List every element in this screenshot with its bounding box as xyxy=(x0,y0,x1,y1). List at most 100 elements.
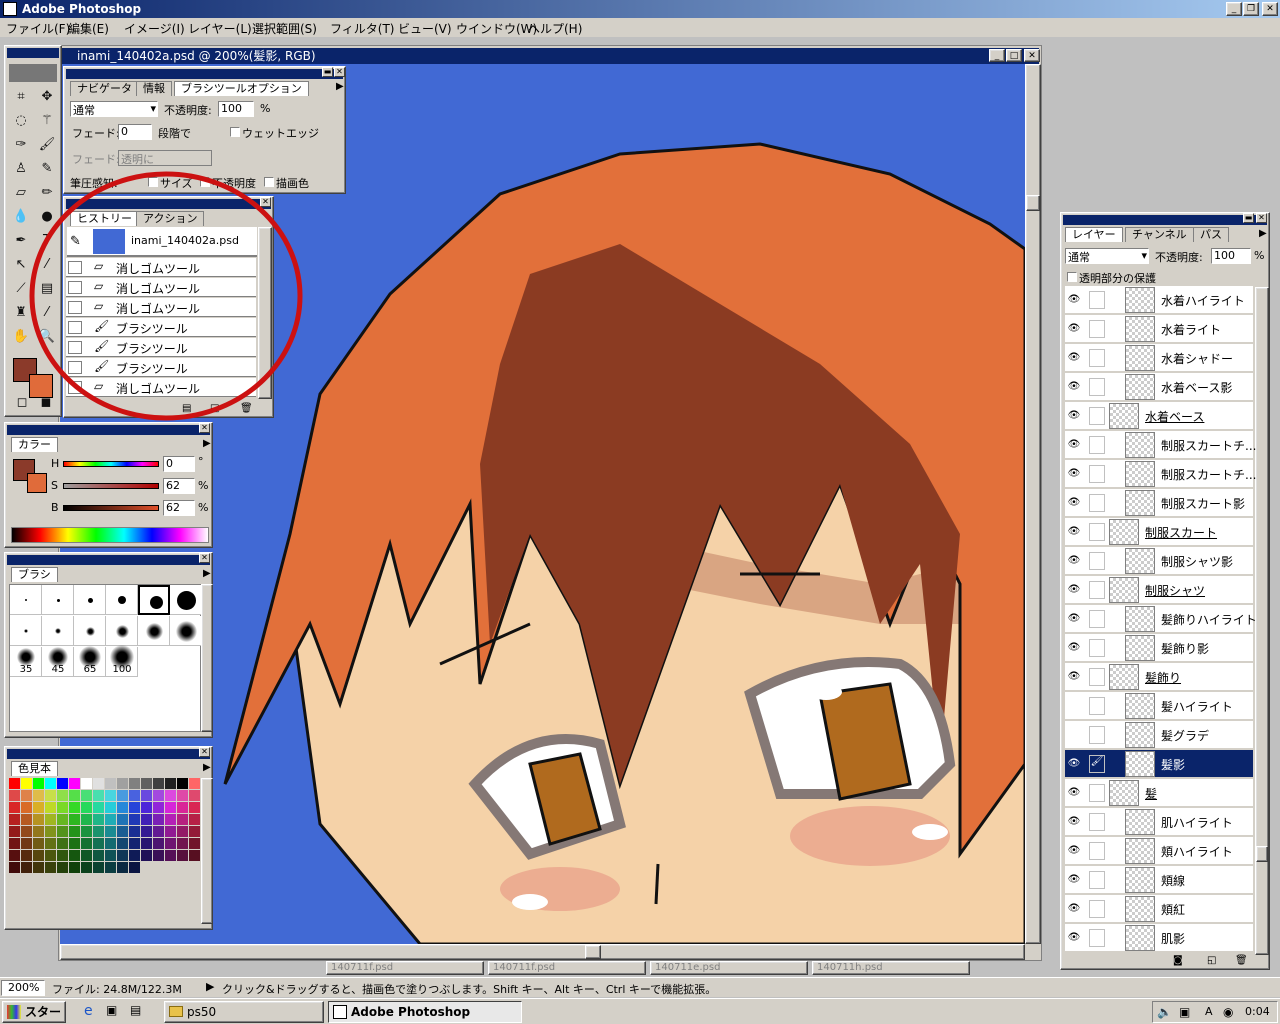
color-swatch[interactable] xyxy=(81,838,92,849)
layer-link-icon[interactable] xyxy=(1089,320,1105,338)
layer-row[interactable]: 👁 水着ライト xyxy=(1065,315,1253,343)
move-tool-icon[interactable]: ✥ xyxy=(35,86,59,110)
layer-row[interactable]: 👁 髪 xyxy=(1065,779,1253,807)
layer-row[interactable]: 👁 水着ハイライト xyxy=(1065,286,1253,314)
color-swatch[interactable] xyxy=(9,850,20,861)
color-bg-swatch[interactable] xyxy=(27,473,47,493)
color-swatch[interactable] xyxy=(45,826,56,837)
color-swatch[interactable] xyxy=(93,778,104,789)
layer-row[interactable]: 👁 制服スカート影 xyxy=(1065,489,1253,517)
eye-icon[interactable]: 👁 xyxy=(1067,786,1081,800)
color-swatch[interactable] xyxy=(33,790,44,801)
color-swatch[interactable] xyxy=(93,838,104,849)
saturation-input[interactable]: 62 xyxy=(163,478,195,494)
layers-close-icon[interactable]: ✕ xyxy=(1256,213,1267,223)
brush-preset[interactable] xyxy=(106,585,138,615)
tab-options-1[interactable]: 情報 xyxy=(136,81,172,96)
color-swatch[interactable] xyxy=(117,826,128,837)
color-swatch[interactable] xyxy=(33,850,44,861)
layer-link-icon[interactable] xyxy=(1089,784,1105,802)
color-swatch[interactable] xyxy=(57,850,68,861)
color-swatch[interactable] xyxy=(45,814,56,825)
color-swatch[interactable] xyxy=(81,862,92,873)
color-swatch[interactable] xyxy=(165,778,176,789)
color-swatch[interactable] xyxy=(33,802,44,813)
color-swatch[interactable] xyxy=(57,826,68,837)
color-swatch[interactable] xyxy=(117,850,128,861)
layer-row[interactable]: 👁 頬ハイライト xyxy=(1065,837,1253,865)
delete-layer-icon[interactable]: 🗑 xyxy=(1235,955,1248,966)
layer-row[interactable]: 👁 頬紅 xyxy=(1065,895,1253,923)
horizontal-scroll-thumb[interactable] xyxy=(585,945,601,959)
eye-icon[interactable] xyxy=(1067,699,1081,713)
color-swatch[interactable] xyxy=(129,862,140,873)
swatches-title-bar[interactable] xyxy=(7,749,210,759)
color-swatch[interactable] xyxy=(69,814,80,825)
brush-preset[interactable]: 35 xyxy=(10,647,42,677)
color-swatch[interactable] xyxy=(9,814,20,825)
color-swatch[interactable] xyxy=(129,790,140,801)
brush-preset[interactable] xyxy=(138,616,170,646)
color-swatch[interactable] xyxy=(129,802,140,813)
monitor-icon[interactable]: ▣ xyxy=(1179,1005,1190,1019)
brushes-close-icon[interactable]: ✕ xyxy=(199,553,210,563)
layer-blend-mode-select[interactable]: 通常 ▾ xyxy=(1065,248,1149,264)
layer-link-icon[interactable] xyxy=(1089,639,1105,657)
color-swatch[interactable] xyxy=(45,790,56,801)
color-swatch[interactable] xyxy=(57,862,68,873)
doc-minimize-icon[interactable]: _ xyxy=(989,49,1005,62)
menu-item-1[interactable]: 編集(E) xyxy=(68,20,109,37)
color-swatch[interactable] xyxy=(153,790,164,801)
layer-link-icon[interactable] xyxy=(1089,813,1105,831)
brush-preset[interactable]: 100 xyxy=(106,645,138,677)
layer-link-icon[interactable] xyxy=(1089,349,1105,367)
color-swatch[interactable] xyxy=(33,838,44,849)
layer-row[interactable]: 👁 制服スカートチ... xyxy=(1065,460,1256,488)
layer-row[interactable]: 👁 制服スカート xyxy=(1065,518,1253,546)
hue-input[interactable]: 0 xyxy=(163,456,195,472)
eye-icon[interactable]: 👁 xyxy=(1067,380,1081,394)
document-title-bar[interactable]: inami_140402a.psd @ 200%(髪影, RGB) xyxy=(61,48,1039,64)
eye-icon[interactable]: 👁 xyxy=(1067,467,1081,481)
menu-item-4[interactable]: 選択範囲(S) xyxy=(252,20,317,37)
layer-row[interactable]: 👁 肌ハイライト xyxy=(1065,808,1253,836)
menu-item-8[interactable]: ヘルプ(H) xyxy=(528,20,582,37)
color-swatch[interactable] xyxy=(57,814,68,825)
brush-preset[interactable] xyxy=(74,585,106,615)
ime-indicator[interactable]: A xyxy=(1205,1005,1213,1018)
layer-row[interactable]: 👁 髪飾りハイライト xyxy=(1065,605,1257,633)
eye-icon[interactable]: 👁 xyxy=(1067,873,1081,887)
color-swatch[interactable] xyxy=(153,826,164,837)
swatches-scrollbar[interactable] xyxy=(201,778,213,924)
minimized-document[interactable]: 140711e.psd xyxy=(650,961,808,975)
color-swatch[interactable] xyxy=(93,862,104,873)
color-swatch[interactable] xyxy=(33,826,44,837)
close-icon[interactable]: ✕ xyxy=(1262,2,1278,16)
color-swatch[interactable] xyxy=(153,778,164,789)
layer-link-icon[interactable] xyxy=(1089,581,1105,599)
brush-preset[interactable]: 45 xyxy=(42,647,74,677)
color-close-icon[interactable]: ✕ xyxy=(199,423,210,433)
hue-slider[interactable] xyxy=(63,461,159,467)
minimized-document[interactable]: 140711f.psd xyxy=(326,961,484,975)
layer-link-icon[interactable] xyxy=(1089,465,1105,483)
canvas-horizontal-scrollbar[interactable] xyxy=(60,944,1025,960)
eye-icon[interactable]: 👁 xyxy=(1067,670,1081,684)
desktop-icon[interactable]: ▣ xyxy=(106,1003,117,1017)
layer-link-icon[interactable] xyxy=(1089,523,1105,541)
options-minimize-icon[interactable]: ▬ xyxy=(322,67,333,77)
color-swatch[interactable] xyxy=(57,790,68,801)
layer-row[interactable]: 👁 水着ベース影 xyxy=(1065,373,1253,401)
color-swatch[interactable] xyxy=(81,790,92,801)
color-swatch[interactable] xyxy=(45,838,56,849)
new-layer-icon[interactable]: ◱ xyxy=(1207,955,1216,966)
fade-to-select[interactable]: 透明に xyxy=(118,150,212,166)
layer-link-icon[interactable] xyxy=(1089,842,1105,860)
color-swatch[interactable] xyxy=(9,790,20,801)
canvas-vertical-scrollbar[interactable] xyxy=(1025,64,1041,944)
brushes-scrollbar[interactable] xyxy=(201,584,213,732)
layer-row[interactable]: 👁 制服スカートチ... xyxy=(1065,431,1256,459)
color-swatch[interactable] xyxy=(21,802,32,813)
fade-input[interactable]: 0 xyxy=(118,124,152,140)
eye-icon[interactable]: 👁 xyxy=(1067,525,1081,539)
